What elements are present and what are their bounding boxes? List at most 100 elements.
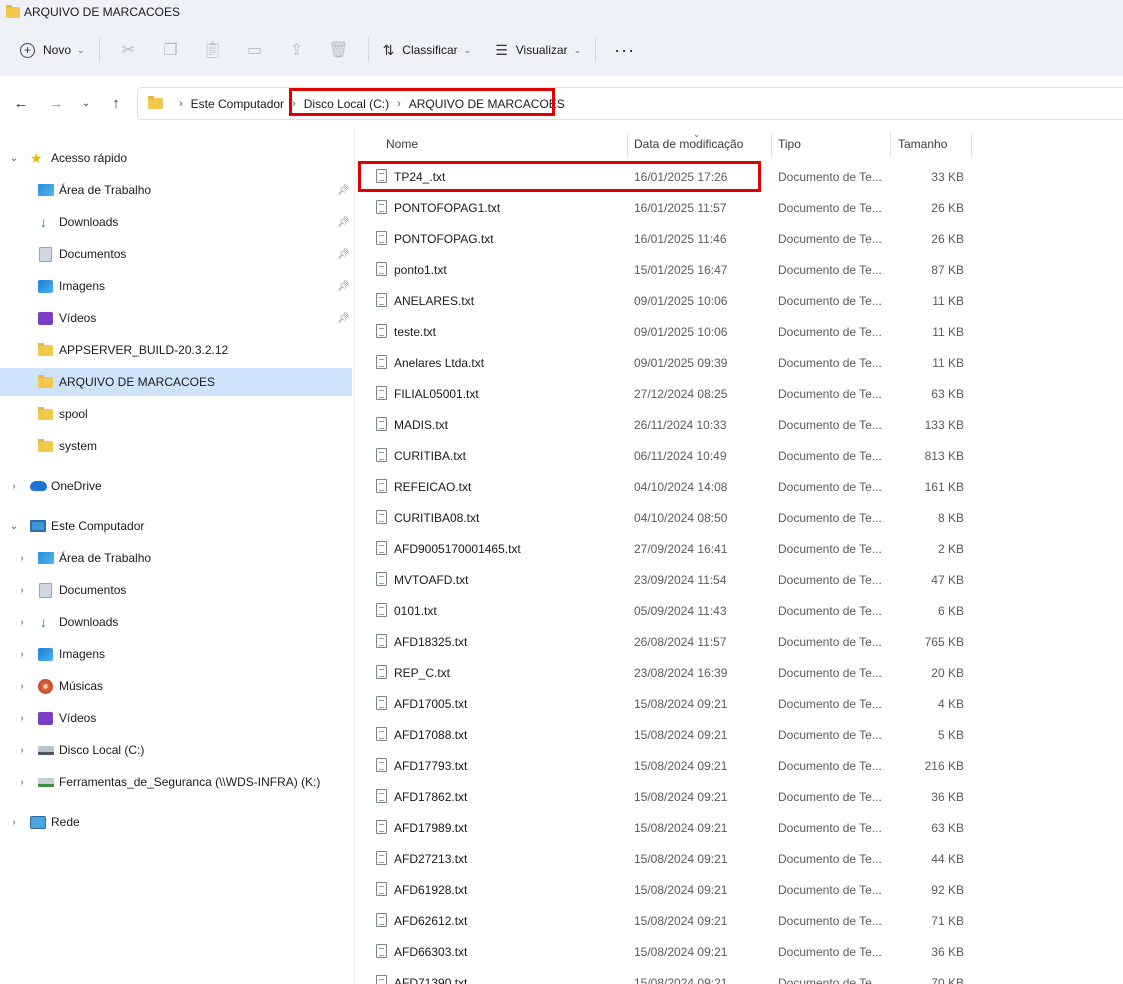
sidebar-item-onedrive[interactable]: › OneDrive [0,472,352,500]
more-options-icon[interactable]: ··· [604,40,645,61]
address-bar[interactable]: › Este Computador › Disco Local (C:) › A… [137,87,1123,120]
sidebar-item-appserver[interactable]: APPSERVER_BUILD-20.3.2.12 [0,336,352,364]
file-size: 63 KB [931,821,964,835]
pin-icon[interactable]: 📌︎ [337,249,350,260]
up-arrow-icon[interactable]: ↑ [105,92,127,114]
pin-icon[interactable]: 📌︎ [337,185,350,196]
file-row[interactable]: MADIS.txt 26/11/2024 10:33 Documento de Te… [356,409,1123,440]
sidebar-item-desktop[interactable]: Área de Trabalho 📌︎ [0,176,352,204]
file-row[interactable]: Anelares Ltda.txt 09/01/2025 09:39 Documen… [356,347,1123,378]
breadcrumb-current-folder[interactable]: ARQUIVO DE MARCACOES [409,97,565,111]
sidebar-item-network[interactable]: › Rede [0,808,352,836]
file-row[interactable]: AFD27213.txt 15/08/2024 09:21 Documento de… [356,843,1123,874]
sidebar-item-this-pc[interactable]: ⌄ Este Computador [0,512,352,540]
file-row[interactable]: PONTOFOPAG1.txt 16/01/2025 11:57 Documento… [356,192,1123,223]
file-row[interactable]: 0101.txt 05/09/2024 11:43 Documento de Te.… [356,595,1123,626]
file-row[interactable]: TP24_.txt 16/01/2025 17:26 Documento de Te… [356,161,1123,192]
chevron-down-icon[interactable]: ⌄ [8,153,20,164]
file-row[interactable]: AFD62612.txt 15/08/2024 09:21 Documento de… [356,905,1123,936]
file-row[interactable]: ponto1.txt 15/01/2025 16:47 Documento de T… [356,254,1123,285]
file-row[interactable]: AFD17005.txt 15/08/2024 09:21 Documento de… [356,688,1123,719]
file-row[interactable]: MVTOAFD.txt 23/09/2024 11:54 Documento de … [356,564,1123,595]
sidebar-item-videos[interactable]: Vídeos 📌︎ [0,304,352,332]
file-row[interactable]: AFD71390.txt 15/08/2024 09:21 Documento de… [356,967,1123,984]
rename-icon[interactable]: ▭ [238,34,272,66]
new-button[interactable]: + Novo ⌄ [14,34,91,66]
file-row[interactable]: CURITIBA08.txt 04/10/2024 08:50 Documento … [356,502,1123,533]
sidebar-item-network-drive[interactable]: › Ferramentas_de_Seguranca (\\WDS-INFRA)… [0,768,352,796]
chevron-right-icon[interactable]: › [16,585,28,596]
view-button[interactable]: ☰ Visualizar ⌄ [489,34,587,66]
file-row[interactable]: AFD61928.txt 15/08/2024 09:21 Documento de… [356,874,1123,905]
file-row[interactable]: AFD17989.txt 15/08/2024 09:21 Documento de… [356,812,1123,843]
column-header-name[interactable]: Nome [386,130,418,158]
file-row[interactable]: AFD18325.txt 26/08/2024 11:57 Documento de… [356,626,1123,657]
file-row[interactable]: AFD9005170001465.txt 27/09/2024 16:41 Docu… [356,533,1123,564]
chevron-right-icon[interactable]: › [16,617,28,628]
chevron-right-icon[interactable]: › [16,681,28,692]
file-name: PONTOFOPAG1.txt [394,201,501,215]
sidebar-item-pc-documents[interactable]: › Documentos [0,576,352,604]
file-row[interactable]: AFD17793.txt 15/08/2024 09:21 Documento de… [356,750,1123,781]
recent-locations-chevron-icon[interactable]: ⌄ [75,92,97,114]
pin-icon[interactable]: 📌︎ [337,281,350,292]
text-file-icon [376,944,387,958]
chevron-right-icon[interactable]: › [16,649,28,660]
file-row[interactable]: FILIAL05001.txt 27/12/2024 08:25 Documento… [356,378,1123,409]
sidebar-item-pc-pictures[interactable]: › Imagens [0,640,352,668]
file-row[interactable]: AFD66303.txt 15/08/2024 09:21 Documento de… [356,936,1123,967]
breadcrumb-this-pc[interactable]: Este Computador [191,97,284,111]
onedrive-cloud-icon [30,481,47,491]
delete-icon[interactable]: 🗑︎ [322,34,356,66]
share-icon[interactable]: ⇪ [280,34,314,66]
chevron-down-icon[interactable]: ⌄ [8,521,20,532]
sidebar-item-pc-music[interactable]: › Músicas [0,672,352,700]
forward-arrow-icon[interactable]: → [45,92,67,114]
pin-icon[interactable]: 📌︎ [337,313,350,324]
sidebar-item-documents[interactable]: Documentos 📌︎ [0,240,352,268]
sidebar-item-spool[interactable]: spool [0,400,352,428]
column-header-size[interactable]: Tamanho [898,130,947,158]
chevron-right-icon[interactable]: › [16,777,28,788]
pin-icon[interactable]: 📌︎ [337,217,350,228]
chevron-right-icon[interactable]: › [16,553,28,564]
file-size: 87 KB [931,263,964,277]
sidebar-item-pc-downloads[interactable]: › ↓ Downloads [0,608,352,636]
breadcrumb-local-disk[interactable]: Disco Local (C:) [304,97,389,111]
chevron-right-icon[interactable]: › [8,481,20,492]
text-file-icon [376,851,387,865]
sidebar-item-local-disk[interactable]: › Disco Local (C:) [0,736,352,764]
file-row[interactable]: CURITIBA.txt 06/11/2024 10:49 Documento de… [356,440,1123,471]
sidebar-item-arquivo-de-marcacoes[interactable]: ARQUIVO DE MARCACOES [0,368,352,396]
column-header-date[interactable]: Data de modificação [634,130,743,158]
file-row[interactable]: AFD17088.txt 15/08/2024 09:21 Documento de… [356,719,1123,750]
file-row[interactable]: REP_C.txt 23/08/2024 16:39 Documento de Te… [356,657,1123,688]
sidebar-item-pc-videos[interactable]: › Vídeos [0,704,352,732]
column-divider[interactable] [771,132,772,158]
sidebar-item-pictures[interactable]: Imagens 📌︎ [0,272,352,300]
file-row[interactable]: teste.txt 09/01/2025 10:06 Documento de Te… [356,316,1123,347]
sidebar-item-system[interactable]: system [0,432,352,460]
file-row[interactable]: PONTOFOPAG.txt 16/01/2025 11:46 Documento … [356,223,1123,254]
copy-icon[interactable]: ❐ [154,34,188,66]
column-divider[interactable] [890,132,891,158]
sort-button[interactable]: ⇅ Classificar ⌄ [377,34,478,66]
chevron-right-icon[interactable]: › [16,713,28,724]
chevron-right-icon[interactable]: › [16,745,28,756]
file-row[interactable]: REFEICAO.txt 04/10/2024 14:08 Documento de… [356,471,1123,502]
cut-icon[interactable]: ✂ [112,34,146,66]
column-header-type[interactable]: Tipo [778,130,801,158]
file-row[interactable]: ANELARES.txt 09/01/2025 10:06 Documento de… [356,285,1123,316]
back-arrow-icon[interactable]: ← [10,92,32,114]
sidebar-item-pc-desktop[interactable]: › Área de Trabalho [0,544,352,572]
chevron-right-icon[interactable]: › [8,817,20,828]
column-divider[interactable] [971,132,972,158]
file-name: AFD17989.txt [394,821,468,835]
file-type: Documento de Te... [778,852,882,866]
file-row[interactable]: AFD17862.txt 15/08/2024 09:21 Documento de… [356,781,1123,812]
sidebar-item-downloads[interactable]: ↓ Downloads 📌︎ [0,208,352,236]
file-type: Documento de Te... [778,759,882,773]
sidebar-item-quick-access[interactable]: ⌄ ★ Acesso rápido [0,144,352,172]
paste-icon[interactable]: 📋︎ [196,34,230,66]
column-divider[interactable] [627,132,628,158]
